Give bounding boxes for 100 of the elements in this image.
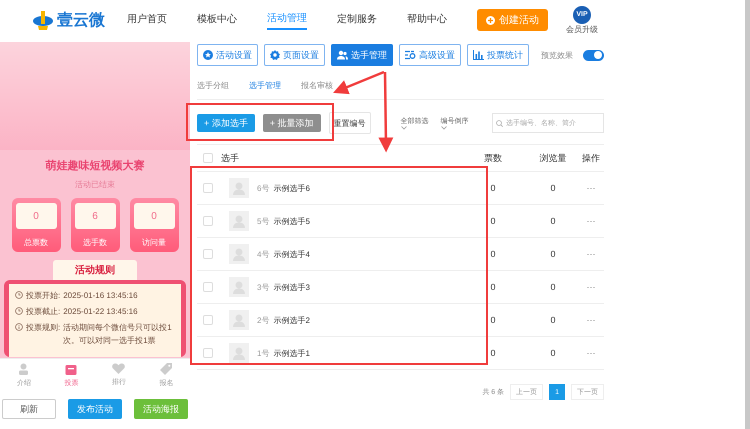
row-checkbox[interactable]: [203, 348, 213, 358]
contestant-number: 1号: [257, 348, 270, 358]
preview-toggle-label: 预览效果: [541, 50, 573, 60]
row-checkbox[interactable]: [203, 249, 213, 259]
contestant-number: 5号: [257, 216, 270, 226]
more-actions-button[interactable]: ···: [580, 281, 602, 293]
contestant-name: 示例选手5: [273, 216, 310, 226]
bar-chart-icon: [473, 50, 484, 60]
chevron-down-icon: [440, 126, 447, 130]
vote-count: 0: [490, 348, 496, 358]
row-checkbox[interactable]: [203, 315, 213, 325]
contestant-number: 6号: [257, 182, 270, 194]
view-count: 0: [550, 216, 556, 226]
stat-value: 0: [16, 203, 56, 229]
activity-status: 活动已结束: [75, 179, 115, 190]
stat-label: 总票数: [24, 237, 48, 248]
more-actions-button[interactable]: ···: [580, 182, 602, 194]
stat-value: 0: [134, 203, 174, 229]
vote-count: 0: [490, 314, 496, 324]
view-count: 0: [550, 182, 556, 192]
view-count: 0: [550, 282, 556, 292]
sub-tab[interactable]: 选手管理: [249, 80, 281, 91]
view-count: 0: [550, 314, 556, 324]
row-checkbox[interactable]: [203, 216, 213, 226]
nav-tab[interactable]: 用户首页: [127, 0, 197, 42]
publish-button[interactable]: 发布活动: [68, 399, 122, 419]
logo-text[interactable]: 壹云微: [57, 10, 105, 30]
avatar-placeholder: [229, 178, 249, 198]
sub-tab[interactable]: 选手分组: [197, 80, 229, 91]
contestant-name: 示例选手4: [273, 248, 310, 260]
row-checkbox[interactable]: [203, 183, 213, 193]
more-actions-button[interactable]: ···: [580, 248, 602, 260]
logo-icon: [32, 9, 54, 31]
nav-tab[interactable]: 定制服务: [337, 0, 407, 42]
refresh-button[interactable]: 刷新: [2, 399, 56, 419]
rule-value: 2025-01-16 13:45:16: [63, 290, 138, 302]
people-icon: [337, 50, 348, 60]
tag-icon: [160, 362, 172, 374]
stat-label: 选手数: [83, 237, 107, 248]
rules-heading: 活动规则: [53, 260, 137, 280]
vote-count: 0: [490, 248, 496, 258]
more-actions-button[interactable]: ···: [580, 347, 602, 359]
sub-tab[interactable]: 报名审核: [301, 80, 333, 91]
vote-count: 0: [490, 282, 496, 292]
clock-icon: [15, 307, 23, 315]
poster-button[interactable]: 活动海报: [134, 399, 188, 419]
contestant-name: 示例选手2: [273, 314, 310, 326]
sliders-icon: [405, 50, 416, 60]
preview-toggle[interactable]: [583, 50, 604, 60]
contestant-name: 示例选手3: [273, 282, 310, 292]
chevron-down-icon: [400, 126, 407, 130]
nav-tab[interactable]: 活动管理: [267, 0, 337, 42]
select-all-checkbox[interactable]: [203, 153, 213, 163]
rule-label: 投票截止:: [26, 306, 60, 318]
column-header: 浏览量: [540, 152, 566, 162]
stat-label: 访问量: [142, 237, 166, 248]
star-icon: [203, 50, 213, 60]
view-count: 0: [550, 248, 556, 258]
contestant-number: 2号: [257, 314, 270, 326]
add-contestant-button[interactable]: + 添加选手: [197, 114, 255, 132]
vote-count: 0: [490, 182, 496, 192]
nav-tab[interactable]: 模板中心: [197, 0, 267, 42]
contestant-number: 4号: [257, 248, 270, 260]
column-header: 选手: [221, 152, 239, 164]
avatar-placeholder: [229, 244, 249, 264]
contestant-number: 3号: [257, 282, 270, 292]
scrollbar[interactable]: [745, 0, 750, 429]
rule-label: 投票开始:: [26, 290, 60, 302]
settings-tab[interactable]: 页面设置: [264, 44, 325, 66]
nav-tab[interactable]: 帮助中心: [407, 0, 477, 42]
person-icon: [18, 362, 30, 374]
batch-add-button[interactable]: + 批量添加: [262, 114, 321, 132]
gear-icon: [270, 50, 280, 60]
stat-value: 6: [74, 203, 116, 229]
avatar-placeholder: [229, 310, 249, 330]
avatar-placeholder: [229, 211, 249, 231]
plus-icon: [486, 16, 495, 24]
view-count: 0: [550, 348, 556, 358]
more-actions-button[interactable]: ···: [580, 314, 602, 326]
activity-title: 萌娃趣味短视频大赛: [46, 158, 144, 173]
create-activity-button[interactable]: 创建活动: [477, 9, 548, 31]
column-header: 操作: [582, 152, 600, 162]
contestant-name: 示例选手1: [273, 348, 310, 358]
rule-value: 2025-01-22 13:45:16: [63, 306, 138, 318]
rule-label: 投票规则:: [26, 322, 60, 334]
reset-number-button[interactable]: 重置编号: [328, 112, 371, 134]
avatar-placeholder: [229, 277, 249, 297]
settings-tab[interactable]: 投票统计: [467, 44, 529, 66]
contestant-name: 示例选手6: [273, 182, 310, 194]
settings-tab[interactable]: 选手管理: [331, 44, 393, 66]
info-icon: [15, 323, 23, 331]
row-checkbox[interactable]: [203, 282, 213, 292]
settings-tab[interactable]: 高级设置: [399, 44, 461, 66]
vote-count: 0: [490, 216, 496, 226]
clock-icon: [15, 291, 23, 299]
heart-icon: [112, 363, 126, 374]
member-upgrade-link[interactable]: 会员升级: [566, 24, 598, 34]
settings-tab[interactable]: 活动设置: [197, 44, 258, 66]
avatar-placeholder: [229, 343, 249, 363]
more-actions-button[interactable]: ···: [580, 215, 602, 227]
